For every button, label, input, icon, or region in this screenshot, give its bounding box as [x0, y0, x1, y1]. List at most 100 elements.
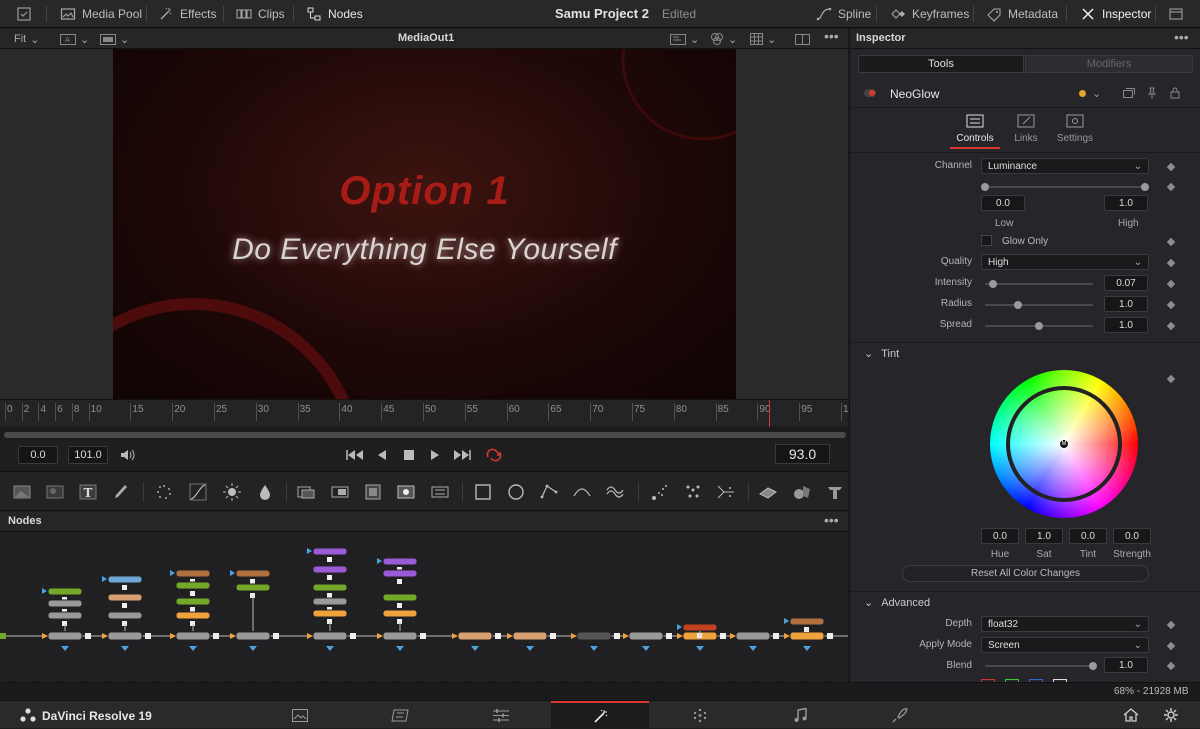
keyframe-diamond[interactable] [1166, 279, 1176, 289]
node-branch-input-arrow[interactable] [377, 558, 382, 564]
keyframe-diamond[interactable] [1166, 641, 1176, 651]
node-branch-0-1[interactable] [47, 599, 83, 608]
spline-button[interactable]: Spline [808, 0, 879, 28]
node-main-12[interactable] [789, 631, 825, 641]
background-icon[interactable] [12, 482, 32, 502]
node-mask-input-arrow[interactable] [249, 646, 257, 651]
view-mode-dropdown[interactable]: A ⌄ [60, 32, 89, 46]
particle-render-icon[interactable] [683, 482, 703, 502]
low-field[interactable]: 0.0 [981, 195, 1025, 211]
tab-tools[interactable]: Tools [858, 55, 1024, 73]
intensity-slider[interactable] [985, 280, 1093, 288]
node-branch-2-3[interactable] [175, 611, 211, 620]
node-main-7[interactable] [512, 631, 548, 641]
advanced-section-header[interactable]: ⌄ Advanced [850, 591, 1200, 613]
nodes-button[interactable]: Nodes [298, 0, 371, 28]
lock-icon[interactable] [1170, 87, 1180, 99]
node-output-port[interactable] [85, 633, 91, 639]
keyframe-diamond[interactable] [1166, 374, 1176, 384]
time-ruler[interactable]: 0 2 4 6 8 10 15 20 25 30 35 40 45 50 55 60 65 70 75 80 85 90 9… [0, 399, 860, 427]
pin-icon[interactable] [1147, 87, 1157, 99]
node-branch-port[interactable] [397, 603, 402, 608]
node-output-port[interactable] [495, 633, 501, 639]
fast-noise-icon[interactable] [45, 482, 65, 502]
node-mask-input-arrow[interactable] [396, 646, 404, 651]
p-merge-icon[interactable] [716, 482, 736, 502]
node-output-port[interactable] [550, 633, 556, 639]
node-branch-4-2[interactable] [312, 583, 348, 592]
color-wheel-handle[interactable]: M [1059, 439, 1069, 449]
node-branch-4-3[interactable] [312, 597, 348, 606]
node-input-arrow[interactable] [307, 633, 313, 639]
node-input-arrow[interactable] [230, 633, 236, 639]
fit-dropdown[interactable]: Fit ⌄ [14, 32, 39, 46]
node-mask-input-arrow[interactable] [326, 646, 334, 651]
image-plane-3d-icon[interactable] [758, 482, 778, 502]
node-input-arrow[interactable] [677, 633, 683, 639]
node-branch-3-1[interactable] [235, 583, 271, 592]
apply-mode-dropdown[interactable]: Screen ⌄ [981, 637, 1149, 653]
color-page-icon[interactable] [692, 708, 708, 723]
node-branch-input-arrow[interactable] [784, 618, 789, 624]
node-branch-input-arrow[interactable] [170, 570, 175, 576]
bspline-mask-icon[interactable] [572, 482, 592, 502]
blue-channel-checkbox[interactable] [1029, 679, 1043, 682]
node-branch-2-2[interactable] [175, 597, 211, 606]
node-branch-input-arrow[interactable] [230, 570, 235, 576]
node-output-port[interactable] [213, 633, 219, 639]
node-input-arrow[interactable] [377, 633, 383, 639]
current-frame-field[interactable]: 93.0 [775, 444, 830, 464]
media-pool-button[interactable]: Media Pool [52, 0, 150, 28]
roi-dropdown[interactable]: ⌄ [670, 32, 699, 46]
node-output-port[interactable] [273, 633, 279, 639]
strength-field[interactable]: 0.0 [1113, 528, 1151, 544]
radius-slider[interactable] [985, 301, 1093, 309]
node-branch-port[interactable] [190, 591, 195, 596]
inspector-button[interactable]: Inspector [1072, 0, 1159, 28]
node-mask-input-arrow[interactable] [471, 646, 479, 651]
node-output-port[interactable] [773, 633, 779, 639]
channel-dropdown[interactable]: Luminance ⌄ [981, 158, 1149, 174]
go-to-start-icon[interactable] [346, 449, 364, 461]
home-icon[interactable] [1123, 708, 1139, 722]
node-output-port[interactable] [145, 633, 151, 639]
radius-field[interactable]: 1.0 [1104, 296, 1148, 312]
node-branch-input-arrow[interactable] [102, 576, 107, 582]
tint-section-header[interactable]: ⌄ Tint [850, 342, 1200, 364]
media-page-icon[interactable] [292, 709, 308, 722]
dual-view-button[interactable] [795, 32, 810, 46]
node-main-0[interactable] [47, 631, 83, 641]
low-high-range-slider[interactable] [981, 183, 1149, 191]
node-mask-input-arrow[interactable] [590, 646, 598, 651]
node-branch-5-3[interactable] [382, 609, 418, 618]
node-branch-1-2[interactable] [107, 611, 143, 620]
node-output-port[interactable] [720, 633, 726, 639]
node-input-arrow[interactable] [452, 633, 458, 639]
node-output-port[interactable] [614, 633, 620, 639]
node-branch-4-0[interactable] [312, 547, 348, 556]
node-main-1[interactable] [107, 631, 143, 641]
node-main-6[interactable] [457, 631, 493, 641]
subtab-settings[interactable]: Settings [1052, 113, 1098, 149]
node-branch-port[interactable] [327, 575, 332, 580]
node-mask-input-arrow[interactable] [526, 646, 534, 651]
node-main-9[interactable] [628, 631, 664, 641]
node-branch-port[interactable] [804, 627, 809, 632]
node-mask-input-arrow[interactable] [803, 646, 811, 651]
keyframe-diamond[interactable] [1166, 321, 1176, 331]
node-mask-input-arrow[interactable] [121, 646, 129, 651]
merge-icon[interactable] [296, 482, 316, 502]
node-branch-4-4[interactable] [312, 609, 348, 618]
node-mask-input-arrow[interactable] [642, 646, 650, 651]
reset-color-button[interactable]: Reset All Color Changes [902, 565, 1149, 582]
node-input-arrow[interactable] [102, 633, 108, 639]
cut-page-icon[interactable] [391, 709, 409, 722]
node-branch-1-1[interactable] [107, 593, 143, 602]
node-mask-input-arrow[interactable] [61, 646, 69, 651]
node-branch-1-0[interactable] [107, 575, 143, 584]
channel-booleans-icon[interactable] [330, 482, 350, 502]
keyframe-diamond[interactable] [1166, 162, 1176, 172]
keyframe-diamond[interactable] [1166, 182, 1176, 192]
go-to-end-icon[interactable] [453, 449, 471, 461]
node-main-2[interactable] [175, 631, 211, 641]
